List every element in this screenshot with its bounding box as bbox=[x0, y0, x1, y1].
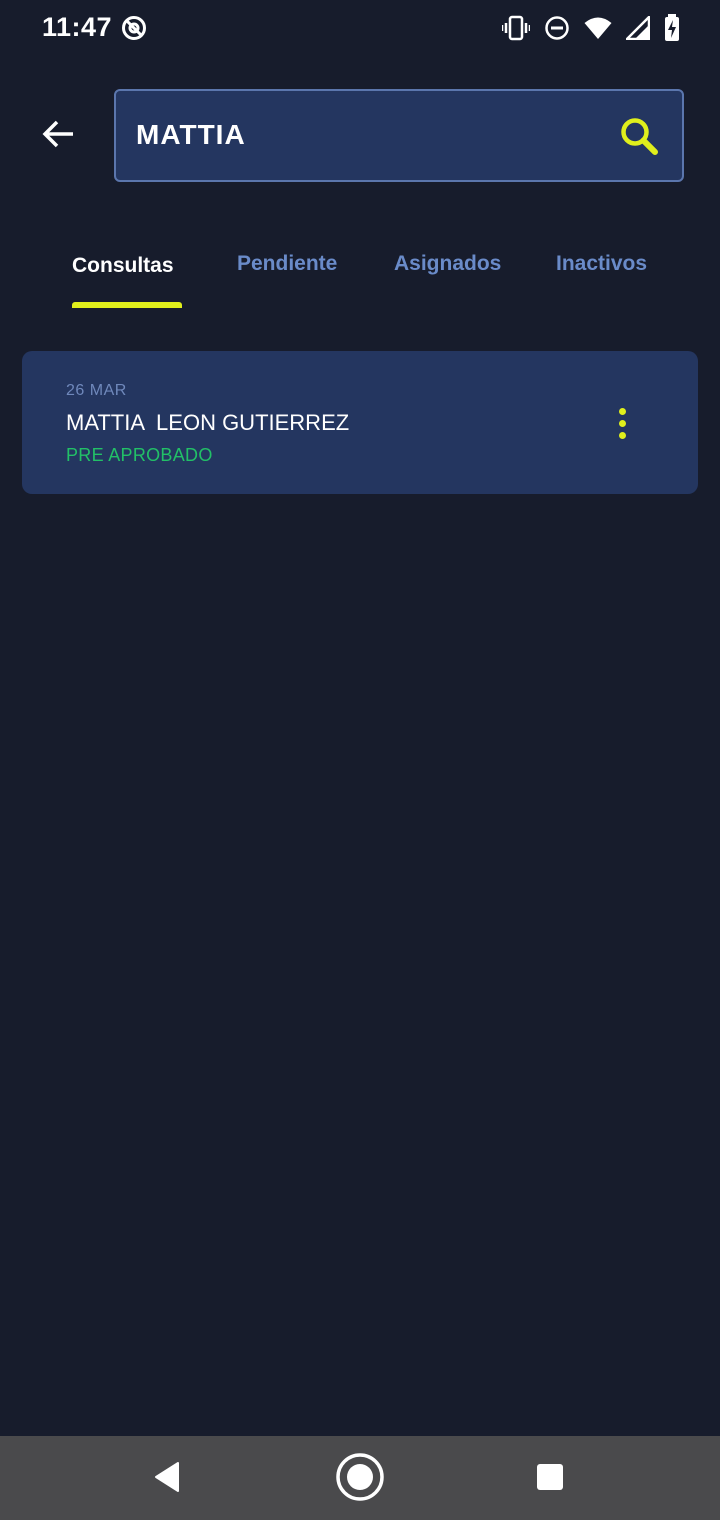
tab-label: Asignados bbox=[394, 252, 502, 275]
status-icons bbox=[502, 14, 680, 42]
more-vertical-icon[interactable] bbox=[606, 405, 638, 441]
nav-recents-button[interactable] bbox=[525, 1454, 575, 1504]
tab-inactivos[interactable]: Inactivos bbox=[556, 240, 647, 310]
tab-asignados[interactable]: Asignados bbox=[394, 240, 501, 310]
search-icon[interactable] bbox=[616, 113, 664, 161]
search-input[interactable] bbox=[136, 113, 596, 157]
nav-back-button[interactable] bbox=[142, 1454, 192, 1504]
nav-back-icon bbox=[152, 1461, 182, 1498]
active-tab-indicator bbox=[72, 302, 182, 308]
navigation-bar bbox=[0, 1436, 720, 1520]
tab-consultas[interactable]: Consultas bbox=[72, 240, 174, 310]
wifi-icon bbox=[584, 16, 612, 40]
result-name: MATTIA LEON GUTIERREZ bbox=[66, 410, 350, 435]
status-time: 11:47 bbox=[42, 12, 113, 42]
result-date: 26 MAR bbox=[66, 382, 127, 399]
vibrate-icon bbox=[502, 15, 530, 41]
at-sign-icon bbox=[120, 14, 148, 42]
tab-label: Pendiente bbox=[237, 252, 338, 275]
tab-pendiente[interactable]: Pendiente bbox=[237, 240, 337, 310]
do-not-disturb-icon bbox=[544, 15, 570, 41]
nav-recents-icon bbox=[536, 1463, 564, 1496]
tab-bar: Consultas Pendiente Asignados Inactivos bbox=[0, 240, 720, 310]
app-screen: 11:47 MATTIA Consultas Pendiente Asignad… bbox=[0, 0, 720, 1520]
status-bar: 11:47 bbox=[0, 0, 720, 56]
battery-charging-icon bbox=[664, 14, 680, 42]
result-status: PRE APROBADO bbox=[66, 445, 213, 465]
nav-home-button[interactable] bbox=[335, 1452, 385, 1507]
result-card[interactable]: 26 MAR MATTIA LEON GUTIERREZ PRE APROBAD… bbox=[22, 351, 698, 494]
nav-home-icon bbox=[335, 1452, 385, 1507]
tab-label: Consultas bbox=[72, 254, 174, 277]
search-bar bbox=[114, 89, 684, 182]
tab-label: Inactivos bbox=[556, 252, 648, 275]
back-button[interactable] bbox=[36, 114, 80, 158]
cell-signal-icon bbox=[626, 16, 650, 40]
arrow-left-icon bbox=[41, 119, 75, 154]
